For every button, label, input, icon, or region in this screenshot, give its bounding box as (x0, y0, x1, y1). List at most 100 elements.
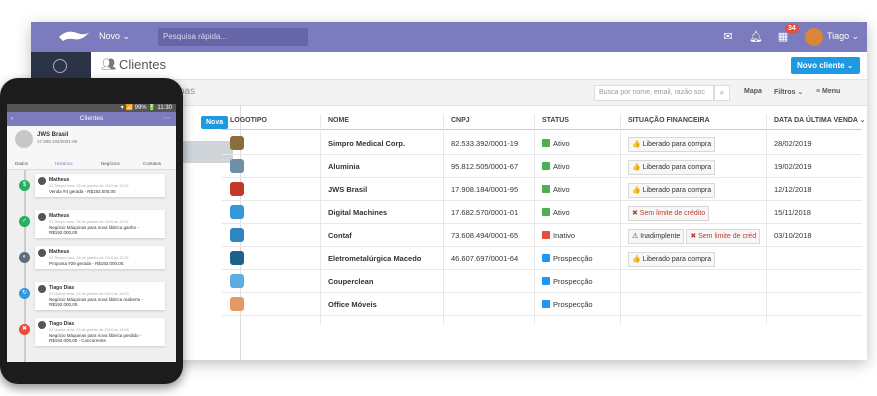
tab-contatos[interactable]: Contatos (143, 161, 161, 166)
client-name[interactable]: Contaf (328, 224, 352, 247)
avatar (38, 321, 46, 329)
client-name[interactable]: Office Móveis (328, 293, 377, 316)
filter-bar: oas Busca por nome, email, razão soc ⌕ M… (91, 80, 867, 106)
status-label: Prospecção (553, 300, 593, 309)
quick-search-input[interactable]: Pesquisa rápida... (158, 28, 308, 46)
timeline-dot-icon: ↻ (19, 288, 30, 299)
column-header[interactable]: NOME (328, 114, 349, 130)
search-icon[interactable]: ⌕ (714, 85, 730, 101)
app-logo-icon[interactable] (57, 29, 91, 45)
status-badge: Ativo (542, 132, 570, 155)
financial-badge: 👍 Liberado para compra (628, 252, 716, 267)
status-badge: Ativo (542, 201, 570, 224)
timeline-entry[interactable]: Matheus 01 Tempo hora, 28 de janeiro de 2… (35, 174, 165, 197)
status-badge: Prospecção (542, 293, 593, 316)
client-cnpj: 95.812.505/0001-67 (451, 162, 519, 171)
entry-text: Negócio Máquinas para nova fábrica reabe… (49, 297, 144, 307)
timeline-dot-icon: ◐ (19, 252, 30, 263)
client-name[interactable]: Aluminia (328, 155, 360, 178)
tab-dados[interactable]: Dados (15, 161, 28, 166)
entry-date: 01 Tempo hora, 28 de janeiro de 2019 às … (49, 220, 129, 224)
status-badge: Inativo (542, 224, 575, 247)
column-header[interactable]: LOGOTIPO (230, 114, 267, 130)
back-icon[interactable]: ‹ (11, 112, 13, 126)
filters-button[interactable]: Filtros ⌄ (774, 88, 803, 96)
entry-author: Tiago Dias (49, 321, 75, 327)
financial-badge: ✖ Sem limite de créd (686, 229, 761, 244)
company-logo-icon (230, 251, 244, 265)
avatar (38, 177, 46, 185)
status-label: Ativo (553, 162, 570, 171)
client-cnpj: 73.608.494/0001-65 (451, 231, 519, 240)
collapse-icon[interactable]: ‹ (214, 116, 217, 127)
last-sale-date: 19/02/2019 (774, 162, 812, 171)
people-icon: 👥︎ (101, 57, 117, 71)
search-input[interactable]: Busca por nome, email, razão soc (594, 85, 714, 101)
timeline-dot-icon: $ (19, 180, 30, 191)
column-header[interactable]: STATUS (542, 114, 569, 130)
status-badge: Prospecção (542, 270, 593, 293)
entry-date: 01 Quinta-feira, 23 de janeiro de 2019 à… (49, 328, 129, 332)
phone-status-bar: ▾ 📶 99% 🔋 11:30 (7, 104, 176, 112)
client-name[interactable]: Couperclean (328, 270, 373, 293)
financial-badge: ⚠ Inadimplente (628, 229, 685, 244)
map-button[interactable]: Mapa (744, 88, 762, 95)
menu-button[interactable]: ≡ Menu (816, 88, 840, 95)
page-title: Clientes (119, 57, 166, 72)
company-logo-icon (230, 297, 244, 311)
client-cnpj: 82.533.392/0001-19 (451, 139, 519, 148)
title-bar: 👥︎ Clientes Novo cliente ⌄ (91, 52, 867, 80)
bell-icon[interactable]: 🔔︎ (749, 30, 763, 44)
tab-negocios[interactable]: Negócios (101, 161, 120, 166)
column-header[interactable]: DATA DA ÚLTIMA VENDA ⌄ (774, 114, 866, 130)
avatar[interactable] (805, 28, 823, 46)
client-cnpj: 17.908.184/0001-95 (451, 185, 519, 194)
entry-date: 01 Tempo hora, 28 de janeiro de 2019 às … (49, 184, 129, 188)
financial-badge: ✖ Sem limite de crédito (628, 206, 710, 221)
status-icon (542, 254, 550, 263)
client-name[interactable]: Digital Machines (328, 201, 387, 224)
avatar (38, 249, 46, 257)
column-header[interactable]: SITUAÇÃO FINANCEIRA (628, 114, 710, 130)
timeline-entry[interactable]: Matheus 01 Tempo hora, 28 de janeiro de 2… (35, 210, 165, 238)
timeline-entry[interactable]: Matheus 01 Tempo hora, 28 de janeiro de 2… (35, 246, 165, 269)
avatar (38, 213, 46, 221)
company-logo-icon (230, 182, 244, 196)
financial-status: ⚠ Inadimplente ✖ Sem limite de créd (628, 224, 768, 247)
status-label: Prospecção (553, 277, 593, 286)
tab-historico[interactable]: Histórico (55, 161, 73, 166)
client-name: JWS Brasil (37, 132, 69, 138)
client-name[interactable]: Simpro Medical Corp. (328, 132, 405, 155)
phone-screen: ▾ 📶 99% 🔋 11:30 ‹ Clientes ⋯ JWS Brasil … (7, 104, 176, 362)
entry-author: Matheus (49, 177, 70, 183)
timeline-entry[interactable]: Tiago Dias 01 Quinta-feira, 23 de janeiro… (35, 318, 165, 346)
status-badge: Ativo (542, 155, 570, 178)
new-client-button[interactable]: Novo cliente ⌄ (791, 57, 860, 74)
client-card: JWS Brasil 17.908.184/0001-95 (7, 126, 176, 158)
user-menu[interactable]: Tiago ⌄ (827, 31, 859, 42)
financial-status: 👍 Liberado para compra (628, 155, 768, 178)
avatar (15, 130, 33, 148)
company-logo-icon (230, 205, 244, 219)
column-divider (620, 114, 621, 324)
more-icon[interactable]: ⋯ (164, 112, 171, 126)
client-name[interactable]: Eletrometalúrgica Macedo (328, 247, 421, 270)
timeline-dot-icon: ✓ (19, 216, 30, 227)
new-menu[interactable]: Novo ⌄ (99, 31, 130, 42)
entry-text: Venda #4 gerada - R$192.000,00 (49, 189, 116, 194)
notifications-badge: 34 (785, 24, 799, 33)
status-icon (542, 139, 550, 148)
client-name[interactable]: JWS Brasil (328, 178, 367, 201)
settings-icon[interactable] (53, 59, 67, 73)
status-label: Inativo (553, 231, 576, 240)
status-icon (542, 231, 550, 240)
financial-status: 👍 Liberado para compra (628, 178, 768, 201)
column-divider (443, 114, 444, 324)
company-logo-icon (230, 159, 244, 173)
mail-icon[interactable]: ✉ (721, 30, 735, 44)
company-logo-icon (230, 228, 244, 242)
column-header[interactable]: CNPJ (451, 114, 470, 130)
status-icon (542, 277, 550, 286)
timeline-entry[interactable]: Tiago Dias 01 Quinta-feira, 23 de janeiro… (35, 282, 165, 310)
entry-text: Negócio Máquinas para nova fábrica ganho… (49, 225, 139, 235)
